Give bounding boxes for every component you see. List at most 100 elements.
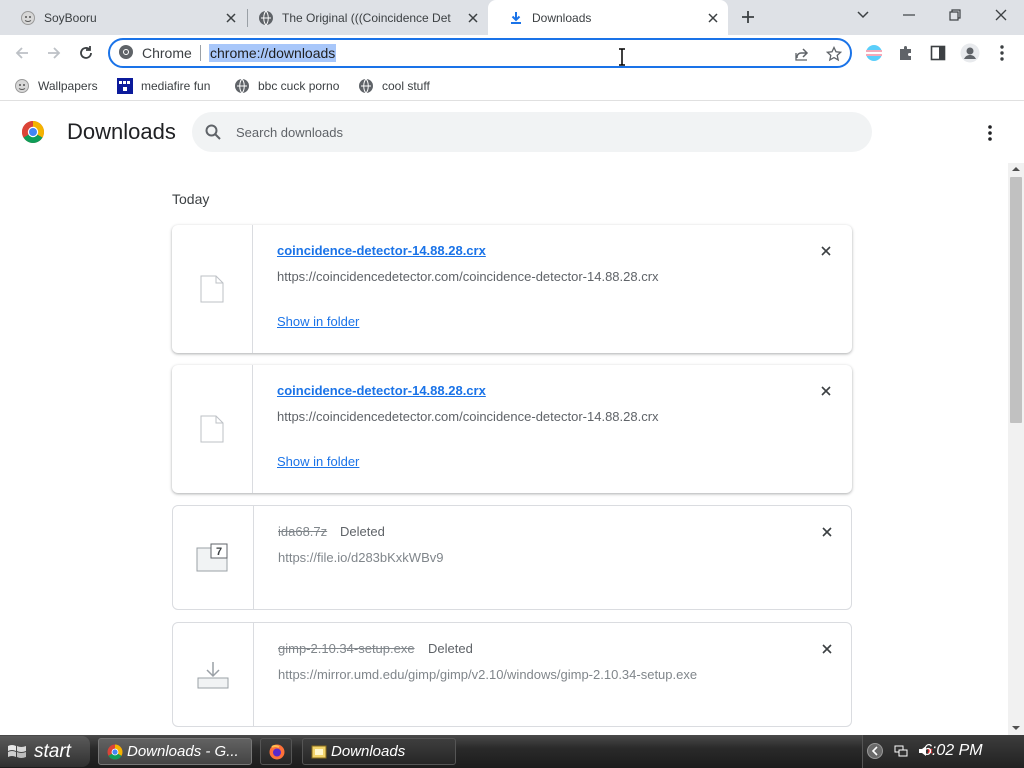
remove-download-icon[interactable]: [817, 382, 835, 400]
chrome-icon: [107, 744, 123, 759]
bookmarks-bar: Wallpapers mediafire fun bbc cuck porno …: [0, 71, 1024, 101]
chrome-logo-icon: [22, 121, 44, 143]
close-tab-icon[interactable]: [704, 9, 722, 27]
back-button[interactable]: [10, 41, 34, 65]
soybooru-favicon: [20, 10, 36, 26]
download-item: coincidence-detector-14.88.28.crx https:…: [172, 225, 852, 353]
network-icon[interactable]: [893, 743, 909, 759]
share-icon[interactable]: [792, 44, 812, 64]
file-icon: [200, 275, 224, 303]
download-filename: ida68.7z: [278, 524, 328, 539]
download-source-url[interactable]: https://file.io/d283bKxkWBv9: [278, 550, 443, 565]
page-title: Downloads: [67, 119, 176, 144]
tab-soybooru[interactable]: SoyBooru: [0, 0, 246, 35]
tab-title: SoyBooru: [44, 10, 97, 25]
chrome-menu-icon[interactable]: [991, 42, 1013, 64]
close-window-button[interactable]: [987, 4, 1015, 26]
download-filename-link[interactable]: coincidence-detector-14.88.28.crx: [277, 383, 486, 398]
tab-title: The Original (((Coincidence Det: [282, 10, 451, 25]
remove-download-icon[interactable]: [818, 523, 836, 541]
close-tab-icon[interactable]: [464, 9, 482, 27]
profile-flag-icon[interactable]: [863, 42, 885, 64]
profile-avatar-icon[interactable]: [959, 42, 981, 64]
firefox-icon: [269, 744, 285, 759]
start-label: start: [34, 740, 71, 762]
restore-button[interactable]: [941, 4, 969, 26]
tab-title: Downloads: [532, 10, 592, 25]
globe-favicon: [234, 78, 250, 94]
remove-download-icon[interactable]: [817, 242, 835, 260]
taskbar-folder-downloads[interactable]: Downloads: [302, 738, 456, 765]
search-downloads-box[interactable]: [192, 112, 872, 152]
tray-expand-icon[interactable]: [867, 743, 883, 759]
address-bar[interactable]: Chrome chrome://downloads: [108, 38, 852, 68]
download-source-url[interactable]: https://mirror.umd.edu/gimp/gimp/v2.10/w…: [278, 667, 697, 682]
bookmark-label: bbc cuck porno: [258, 79, 340, 93]
tab-search-icon[interactable]: [849, 4, 877, 26]
windows-flag-icon: [8, 744, 26, 758]
task-label: Downloads - G...: [127, 743, 239, 760]
remove-download-icon[interactable]: [818, 640, 836, 658]
download-source-url[interactable]: https://coincidencedetector.com/coincide…: [277, 409, 659, 424]
site-chip-label: Chrome: [142, 45, 192, 61]
scroll-down-arrow-icon[interactable]: [1012, 724, 1020, 732]
download-icon-column: [172, 225, 253, 353]
download-item-deleted: 7 ida68.7z Deleted https://file.io/d283b…: [172, 505, 852, 610]
new-tab-button[interactable]: [738, 7, 758, 27]
side-panel-icon[interactable]: [927, 42, 949, 64]
browser-toolbar: Chrome chrome://downloads: [0, 35, 1024, 71]
file-icon: [200, 415, 224, 443]
url-text[interactable]: chrome://downloads: [209, 44, 337, 62]
page-scrollbar[interactable]: [1008, 163, 1024, 735]
download-favicon: [508, 10, 524, 26]
clock: 6:02 PM: [923, 742, 983, 759]
scroll-up-arrow-icon[interactable]: [1012, 165, 1020, 173]
taskbar: start Downloads - G... Downloads 6:02 PM: [0, 735, 1024, 768]
downloads-list: Today coincidence-detector-14.88.28.crx …: [0, 163, 1008, 735]
scrollbar-thumb[interactable]: [1010, 177, 1022, 423]
date-heading: Today: [172, 191, 210, 207]
bookmark-wallpapers[interactable]: Wallpapers: [14, 77, 98, 95]
search-icon: [205, 124, 221, 140]
download-item-deleted: gimp-2.10.34-setup.exe Deleted https://m…: [172, 622, 852, 727]
mediafire-favicon: [117, 78, 133, 94]
extensions-icon[interactable]: [895, 42, 917, 64]
omnibox-divider: [200, 45, 201, 61]
bookmark-label: mediafire fun: [141, 79, 211, 93]
download-filename: gimp-2.10.34-setup.exe: [278, 641, 415, 656]
download-source-url[interactable]: https://coincidencedetector.com/coincide…: [277, 269, 659, 284]
taskbar-chrome-downloads[interactable]: Downloads - G...: [98, 738, 252, 765]
globe-favicon: [258, 10, 274, 26]
wallpapers-favicon: [14, 78, 30, 94]
taskbar-firefox[interactable]: [260, 738, 292, 765]
bookmark-bbc[interactable]: bbc cuck porno: [234, 77, 339, 95]
tab-coincidence-detector[interactable]: The Original (((Coincidence Det: [238, 0, 488, 35]
bookmark-mediafire-fun[interactable]: mediafire fun: [117, 77, 210, 95]
download-status: Deleted: [340, 524, 385, 539]
show-in-folder-link[interactable]: Show in folder: [277, 454, 359, 469]
start-button[interactable]: start: [0, 736, 90, 767]
svg-text:7: 7: [216, 546, 222, 558]
forward-button[interactable]: [42, 41, 66, 65]
bookmark-label: cool stuff: [382, 79, 430, 93]
site-info-chip[interactable]: Chrome: [118, 44, 192, 62]
chrome-icon: [118, 44, 134, 63]
download-icon-column: 7: [173, 506, 254, 609]
tab-strip: SoyBooru The Original (((Coincidence Det…: [0, 0, 1024, 35]
bookmark-star-icon[interactable]: [824, 44, 844, 64]
download-icon-column: [172, 365, 253, 493]
download-icon-column: [173, 623, 254, 726]
tab-downloads[interactable]: Downloads: [488, 0, 728, 35]
search-input[interactable]: [236, 122, 836, 142]
download-filename-link[interactable]: coincidence-detector-14.88.28.crx: [277, 243, 486, 258]
bookmark-cool-stuff[interactable]: cool stuff: [358, 77, 430, 95]
installer-icon: [197, 661, 229, 688]
download-item: coincidence-detector-14.88.28.crx https:…: [172, 365, 852, 493]
reload-button[interactable]: [74, 41, 98, 65]
minimize-button[interactable]: [895, 4, 923, 26]
downloads-menu-icon[interactable]: [980, 123, 1000, 143]
bookmark-label: Wallpapers: [38, 79, 98, 93]
show-in-folder-link[interactable]: Show in folder: [277, 314, 359, 329]
globe-favicon: [358, 78, 374, 94]
task-label: Downloads: [331, 743, 406, 760]
